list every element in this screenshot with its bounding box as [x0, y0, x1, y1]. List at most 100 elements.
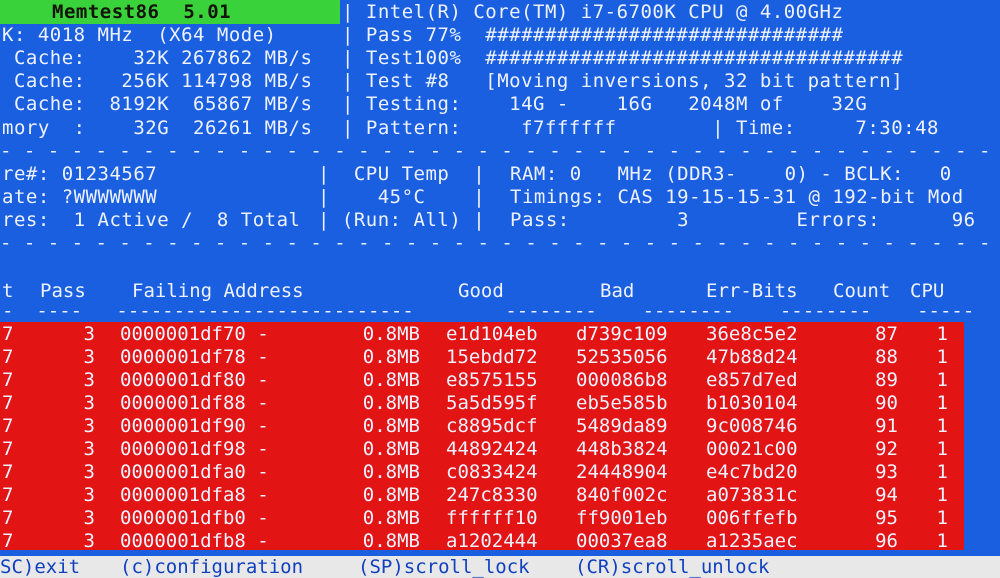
row-cpu: 1 — [936, 346, 948, 368]
row-pass: 3 — [83, 438, 95, 460]
row-bad: 00037ea8 — [576, 530, 668, 552]
l3-cache-line: Cache: 8192K 65867 MB/s — [2, 93, 313, 115]
row-test: 7 — [2, 507, 14, 529]
row-cpu: 1 — [936, 415, 948, 437]
row-cpu: 1 — [936, 438, 948, 460]
row-address: 0000001dfa8 - — [120, 484, 269, 506]
cpu-temp-label: | CPU Temp | — [318, 163, 486, 185]
row-count: 89 — [875, 369, 898, 391]
row-test: 7 — [2, 438, 14, 460]
row-good: 15ebdd72 — [446, 346, 538, 368]
clock-mode-line: K: 4018 MHz (X64 Mode) — [2, 24, 277, 46]
test-progress: | Test100% #############################… — [342, 47, 904, 69]
table-row: 7 3 0000001df98 - 0.8MB 44892424 448b3824 0002… — [0, 438, 1000, 461]
scroll-lock-key[interactable]: (SP)scroll_lock — [358, 556, 530, 578]
row-bad: ff9001eb — [576, 507, 668, 529]
row-pass: 3 — [83, 530, 95, 552]
row-address: 0000001df88 - — [120, 392, 269, 414]
row-address: 0000001df70 - — [120, 323, 269, 345]
serial-number: re#: 01234567 — [2, 163, 158, 185]
row-cpu: 1 — [936, 461, 948, 483]
row-err-bits: a073831c — [706, 484, 798, 506]
cpu-temp-value: | 45°C | — [318, 186, 486, 208]
row-test: 7 — [2, 415, 14, 437]
row-cpu: 1 — [936, 484, 948, 506]
header-underline: - ---- -------------------------- ------… — [2, 300, 1000, 322]
row-pass: 3 — [83, 415, 95, 437]
row-bad: 840f002c — [576, 484, 668, 506]
row-bad: 52535056 — [576, 346, 668, 368]
separator: - - - - - - - - - - - - - - - - - - - - … — [0, 232, 991, 254]
exit-key[interactable]: SC)exit — [0, 556, 80, 578]
row-size: 0.8MB — [362, 369, 420, 391]
row-size: 0.8MB — [362, 461, 420, 483]
row-good: e1d104eb — [446, 323, 538, 345]
col-header-failing-address: Failing Address — [132, 280, 304, 302]
row-pass: 3 — [83, 369, 95, 391]
row-good: 247c8330 — [446, 484, 538, 506]
footer-bar: SC)exit (c)configuration (SP)scroll_lock… — [0, 556, 1000, 578]
memory-line: mory : 32G 26261 MB/s — [2, 117, 313, 139]
row-err-bits: a1235aec — [706, 530, 798, 552]
row-good: c0833424 — [446, 461, 538, 483]
row-pass: 3 — [83, 507, 95, 529]
row-bad: 000086b8 — [576, 369, 668, 391]
row-err-bits: 006ffefb — [706, 507, 798, 529]
app-title: Memtest86 5.01 — [52, 1, 232, 23]
configuration-key[interactable]: (c)configuration — [120, 556, 303, 578]
pass-errors: Pass: 3 Errors: 96 — [510, 209, 976, 231]
l1-cache-line: Cache: 32K 267862 MB/s — [2, 47, 313, 69]
row-count: 90 — [875, 392, 898, 414]
row-test: 7 — [2, 484, 14, 506]
row-cpu: 1 — [936, 392, 948, 414]
row-pass: 3 — [83, 461, 95, 483]
row-count: 91 — [875, 415, 898, 437]
row-test: 7 — [2, 461, 14, 483]
row-count: 93 — [875, 461, 898, 483]
row-address: 0000001dfa0 - — [120, 461, 269, 483]
row-test: 7 — [2, 530, 14, 552]
row-size: 0.8MB — [362, 346, 420, 368]
row-address: 0000001dfb8 - — [120, 530, 269, 552]
row-size: 0.8MB — [362, 484, 420, 506]
row-err-bits: 36e8c5e2 — [706, 323, 798, 345]
col-header-err-bits: Err-Bits — [706, 280, 798, 302]
row-address: 0000001df80 - — [120, 369, 269, 391]
pass-progress: | Pass 77% #############################… — [342, 24, 844, 46]
table-row: 7 3 0000001df80 - 0.8MB e8575155 000086b8 e857… — [0, 369, 1000, 392]
row-address: 0000001df90 - — [120, 415, 269, 437]
cores-line: res: 1 Active / 8 Total — [2, 209, 301, 231]
row-pass: 3 — [83, 484, 95, 506]
row-good: 5a5d595f — [446, 392, 538, 414]
row-err-bits: 00021c00 — [706, 438, 798, 460]
ram-info: RAM: 0 MHz (DDR3- 0) - BCLK: 0 — [510, 163, 952, 185]
row-cpu: 1 — [936, 507, 948, 529]
table-row: 7 3 0000001df88 - 0.8MB 5a5d595f eb5e585b b103… — [0, 392, 1000, 415]
row-err-bits: 9c008746 — [706, 415, 798, 437]
table-row: 7 3 0000001dfb0 - 0.8MB ffffff10 ff9001eb 006f… — [0, 507, 1000, 530]
table-row: 7 3 0000001dfa8 - 0.8MB 247c8330 840f002c a073… — [0, 484, 1000, 507]
timings-info: Timings: CAS 19-15-15-31 @ 192-bit Mod — [510, 186, 964, 208]
row-count: 96 — [875, 530, 898, 552]
row-err-bits: 47b88d24 — [706, 346, 798, 368]
row-bad: d739c109 — [576, 323, 668, 345]
col-header-bad: Bad — [600, 280, 635, 302]
col-header-count: Count — [833, 280, 891, 302]
row-test: 7 — [2, 346, 14, 368]
row-size: 0.8MB — [362, 438, 420, 460]
table-row: 7 3 0000001df70 - 0.8MB e1d104eb d739c109 36e8… — [0, 323, 1000, 346]
col-header-pass: Pass — [40, 280, 86, 302]
row-bad: 5489da89 — [576, 415, 668, 437]
table-row: 7 3 0000001df78 - 0.8MB 15ebdd72 52535056 47b8… — [0, 346, 1000, 369]
testing-range: | Testing: 14G - 16G 2048M of 32G — [342, 93, 868, 115]
row-cpu: 1 — [936, 369, 948, 391]
pattern-time: | Pattern: f7ffffff | Time: 7:30:48 — [342, 117, 939, 139]
row-bad: 448b3824 — [576, 438, 668, 460]
row-bad: eb5e585b — [576, 392, 668, 414]
scroll-unlock-key[interactable]: (CR)scroll_unlock — [575, 556, 769, 578]
row-count: 92 — [875, 438, 898, 460]
date-line: ate: ?WWWWWWW — [2, 186, 158, 208]
row-pass: 3 — [83, 323, 95, 345]
run-mode: | (Run: All) | — [318, 209, 486, 231]
row-good: c8895dcf — [446, 415, 538, 437]
